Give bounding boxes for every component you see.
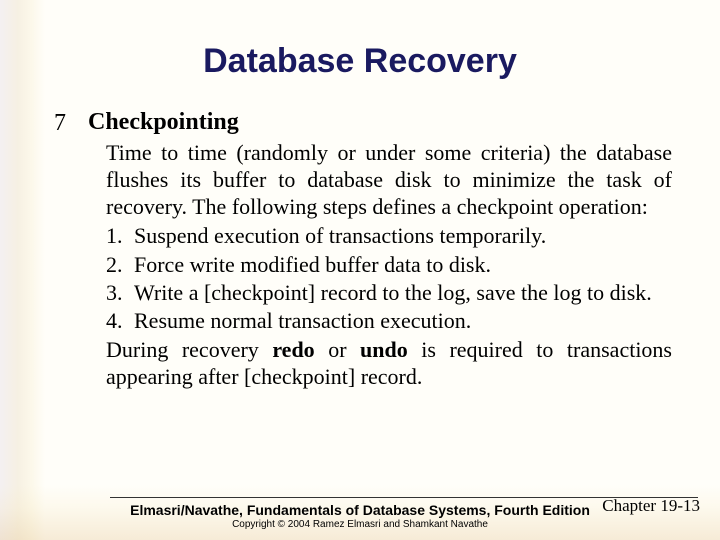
step-text: Force write modified buffer data to disk… [134, 251, 491, 279]
outro-text: or [315, 337, 360, 362]
slide-title: Database Recovery [28, 0, 692, 109]
list-item: 2. Force write modified buffer data to d… [106, 251, 672, 279]
steps-list: 1. Suspend execution of transactions tem… [88, 222, 672, 335]
list-item: 3. Write a [checkpoint] record to the lo… [106, 279, 672, 307]
step-number: 1. [106, 222, 134, 250]
step-number: 2. [106, 251, 134, 279]
content-body: Checkpointing Time to time (randomly or … [88, 109, 672, 391]
step-number: 4. [106, 307, 134, 335]
outro-redo: redo [272, 337, 314, 362]
content-block: 7 Checkpointing Time to time (randomly o… [28, 109, 692, 391]
step-text: Write a [checkpoint] record to the log, … [134, 279, 652, 307]
outro-paragraph: During recovery redo or undo is required… [88, 337, 672, 391]
section-number: 7 [54, 109, 88, 137]
list-item: 4. Resume normal transaction execution. [106, 307, 672, 335]
footer-copyright: Copyright © 2004 Ramez Elmasri and Shamk… [0, 519, 720, 530]
outro-text: During recovery [106, 337, 272, 362]
chapter-label: Chapter 19-13 [602, 496, 700, 516]
slide-container: Database Recovery 7 Checkpointing Time t… [0, 0, 720, 540]
outro-undo: undo [360, 337, 408, 362]
step-number: 3. [106, 279, 134, 307]
list-item: 1. Suspend execution of transactions tem… [106, 222, 672, 250]
step-text: Resume normal transaction execution. [134, 307, 471, 335]
section-heading: Checkpointing [88, 109, 672, 136]
step-text: Suspend execution of transactions tempor… [134, 222, 546, 250]
intro-paragraph: Time to time (randomly or under some cri… [88, 140, 672, 220]
